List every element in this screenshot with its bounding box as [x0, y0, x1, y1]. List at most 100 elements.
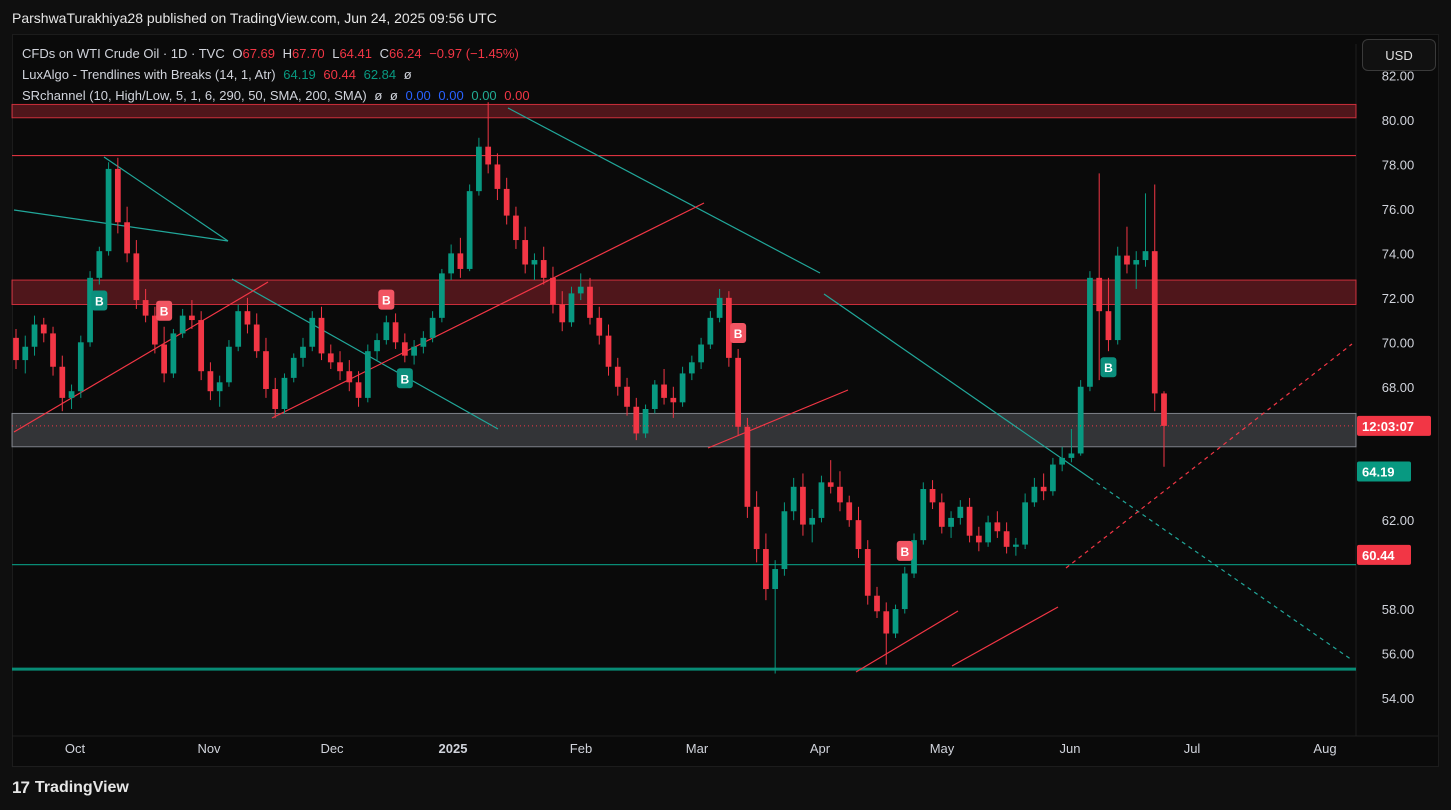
candle-body: [170, 333, 177, 374]
legend-high-label: H: [282, 46, 293, 61]
candle: [827, 460, 834, 494]
candle-body: [31, 324, 38, 347]
candle-body: [105, 168, 112, 252]
candle-body: [309, 317, 316, 347]
candle: [429, 311, 436, 343]
candle-body: [874, 595, 880, 612]
candle-body: [374, 340, 380, 352]
signal-badge-label: B: [160, 305, 169, 319]
candle-body: [485, 146, 492, 165]
candle: [892, 604, 899, 638]
candle: [614, 357, 621, 396]
candle: [476, 137, 482, 196]
signal-badge-label: B: [1104, 361, 1113, 375]
candle-body: [50, 333, 56, 367]
sr-zone-2: [11, 412, 1357, 448]
candle: [624, 377, 630, 416]
candle: [439, 268, 445, 323]
candle: [735, 348, 741, 436]
trendline-0: [13, 209, 229, 242]
candle-body: [244, 311, 251, 325]
candle-body: [133, 253, 140, 301]
candle-body: [901, 573, 908, 610]
candle: [494, 153, 501, 201]
candle: [531, 253, 538, 281]
candle-body: [346, 371, 353, 383]
candle-body: [263, 351, 269, 389]
legend-open-value: 67.69: [242, 46, 276, 61]
legend-symbol[interactable]: CFDs on WTI Crude Oil · 1D · TVC: [22, 46, 225, 61]
legend-row-symbol: CFDs on WTI Crude Oil · 1D · TVC O67.69 …: [22, 46, 523, 61]
candle-body: [1050, 464, 1056, 492]
candle-body: [420, 337, 427, 347]
candle-body: [929, 489, 936, 503]
sell-signal-badge: B: [730, 322, 747, 343]
candle: [642, 404, 649, 438]
candle: [661, 368, 667, 405]
candle: [1059, 446, 1066, 472]
candle: [290, 353, 297, 383]
candle-body: [40, 324, 47, 334]
candle-body: [605, 335, 612, 367]
trendline-1: [103, 156, 229, 242]
currency-button[interactable]: USD: [1362, 39, 1436, 71]
candle: [957, 500, 964, 525]
candle: [540, 246, 547, 285]
sr-value-2: ø: [389, 88, 398, 103]
candle: [281, 373, 288, 414]
candle: [77, 335, 84, 398]
trendline-10: [951, 606, 1059, 667]
candle-body: [531, 260, 538, 265]
candle-body: [540, 260, 547, 278]
candle: [651, 380, 658, 414]
candle-body: [1040, 486, 1047, 492]
candle-body: [476, 146, 482, 192]
trendline-3: [507, 107, 821, 274]
candle: [198, 311, 205, 381]
candle-body: [392, 322, 399, 343]
candle: [114, 157, 121, 234]
candle-body: [235, 311, 242, 347]
x-tick-label: Oct: [65, 741, 86, 756]
sell-signal-badge: B: [156, 300, 173, 321]
price-axis-label-text: 12:03:07: [1362, 419, 1414, 434]
candle-body: [68, 391, 75, 398]
candle: [522, 226, 529, 274]
candle: [105, 162, 112, 256]
trendline-5: [1089, 477, 1353, 661]
x-tick-label: Jun: [1060, 741, 1081, 756]
candle: [411, 340, 417, 365]
legend-row-srchannel[interactable]: SRchannel (10, High/Low, 5, 1, 6, 290, 5…: [22, 88, 534, 103]
candle-body: [198, 320, 205, 372]
candle: [688, 355, 695, 381]
candle: [679, 366, 686, 407]
candle-body: [300, 346, 306, 358]
candle-body: [1022, 502, 1028, 545]
footer-brand[interactable]: TradingView: [35, 779, 129, 797]
sr-value-1: ø: [374, 88, 383, 103]
price-chart[interactable]: BBBBBBB82.0080.0078.0076.0074.0072.0070.…: [0, 0, 1451, 810]
candle: [374, 333, 380, 361]
candle-body: [855, 520, 862, 550]
candle: [772, 560, 779, 674]
candle-body: [698, 344, 704, 363]
candle: [364, 344, 371, 403]
candle: [1040, 473, 1047, 501]
candle-body: [1031, 486, 1038, 503]
candle: [513, 206, 519, 249]
candle-body: [124, 222, 130, 254]
candle: [392, 313, 399, 349]
legend-close-value: 66.24: [389, 46, 422, 61]
candle: [920, 482, 927, 545]
candle: [1022, 493, 1028, 550]
y-tick-label: 58.00: [1382, 602, 1415, 617]
candle-body: [846, 502, 853, 521]
candle: [383, 315, 390, 345]
candle-body: [781, 511, 788, 570]
candle-body: [642, 408, 649, 434]
trendline-4: [823, 293, 1091, 479]
legend-row-luxalgo[interactable]: LuxAlgo - Trendlines with Breaks (14, 1,…: [22, 67, 416, 82]
candle: [50, 326, 56, 376]
legend-open-label: O: [232, 46, 243, 61]
candle: [929, 480, 936, 510]
